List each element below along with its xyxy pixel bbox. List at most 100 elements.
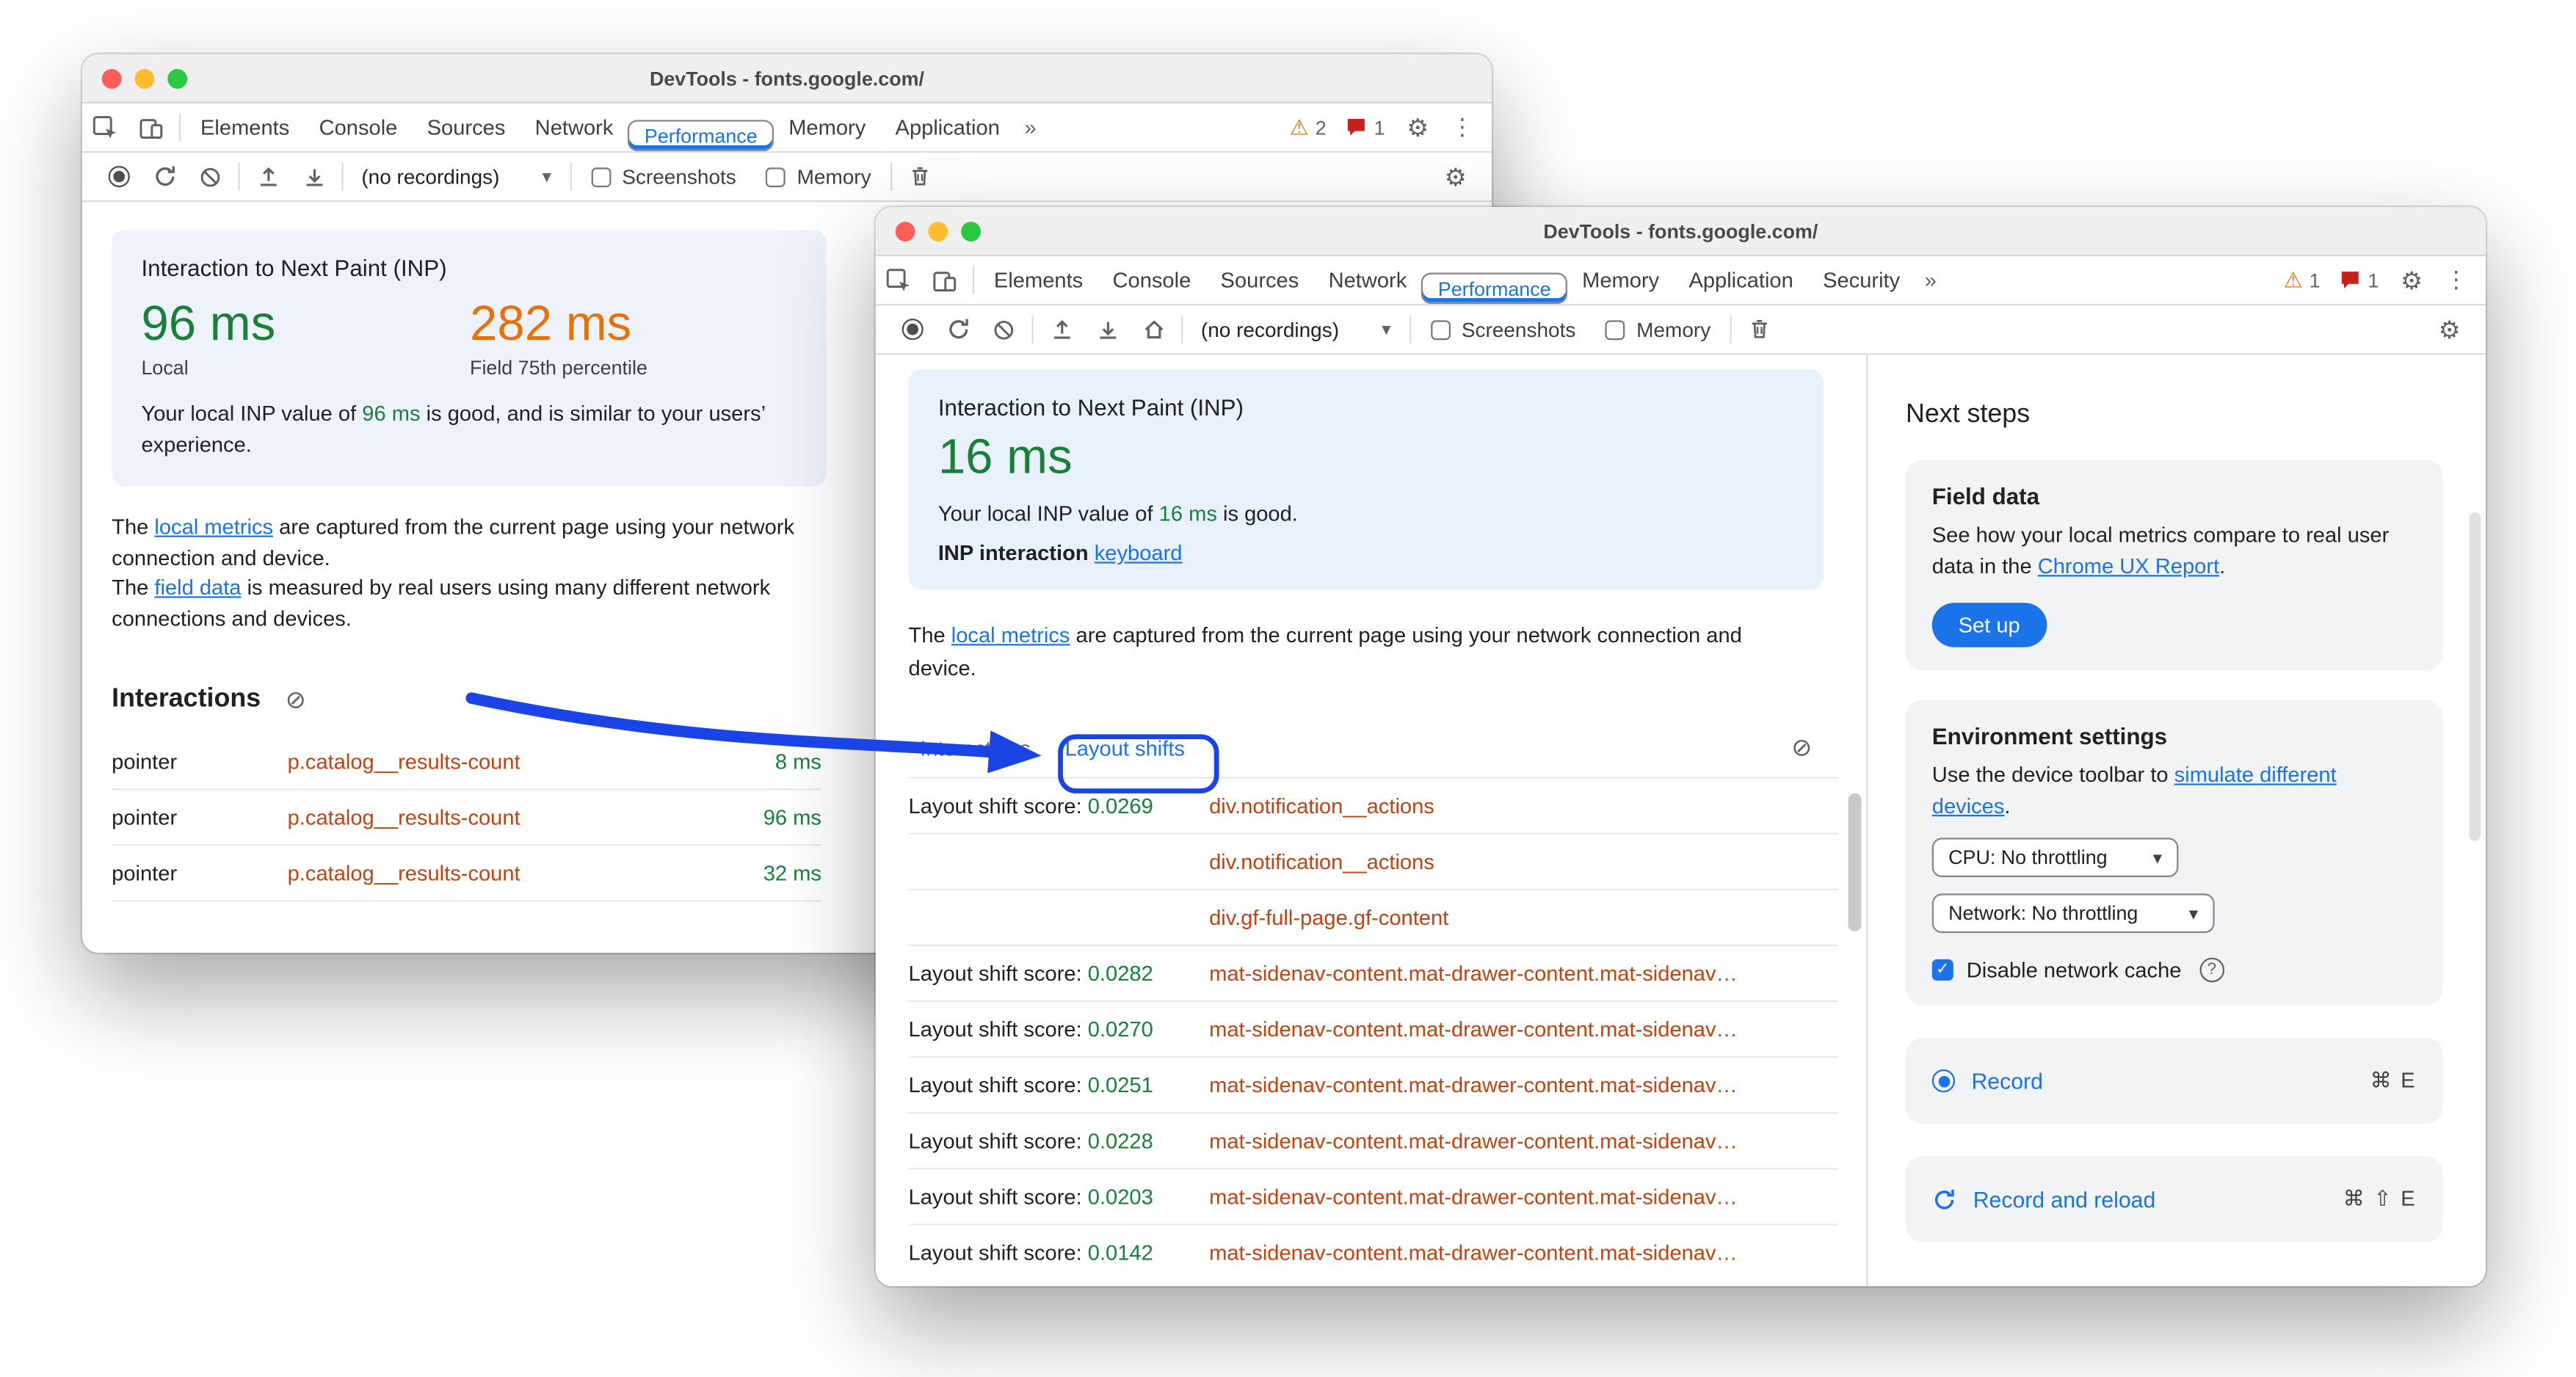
clear-layout-shifts-icon[interactable]: ⊘ [1791, 736, 1812, 761]
collect-garbage-icon[interactable] [897, 155, 943, 197]
live-metrics-home-icon[interactable] [1131, 308, 1177, 351]
tab-layout-shifts[interactable]: Layout shifts [1065, 736, 1185, 761]
layout-shift-row: Layout shift score: 0.0203 mat-sidenav-c… [908, 1168, 1839, 1224]
tab-network[interactable]: Network [520, 103, 628, 151]
tab-interactions[interactable]: Interactions [920, 736, 1030, 761]
layout-shift-node-link[interactable]: div.notification__actions [1209, 849, 1838, 874]
device-toolbar-icon[interactable] [921, 256, 968, 304]
minimize-button[interactable] [134, 68, 155, 89]
set-up-button[interactable]: Set up [1931, 602, 2047, 647]
tab-console[interactable]: Console [304, 103, 412, 151]
cpu-throttling-select[interactable]: CPU: No throttling ▾ [1931, 838, 2179, 878]
load-profile-icon[interactable] [1038, 308, 1084, 351]
warnings-counter[interactable]: ⚠ 2 [1280, 116, 1336, 139]
tab-application[interactable]: Application [1674, 256, 1808, 304]
tab-elements[interactable]: Elements [186, 103, 305, 151]
capture-settings-gear-icon[interactable]: ⚙ [2426, 308, 2472, 351]
kebab-menu-icon[interactable]: ⋮ [2435, 266, 2478, 294]
chrome-ux-report-link[interactable]: Chrome UX Report [2038, 553, 2219, 578]
window-titlebar[interactable]: DevTools - fonts.google.com/ [81, 54, 1492, 103]
tab-memory[interactable]: Memory [774, 103, 880, 151]
record-button[interactable] [889, 308, 935, 351]
capture-settings-gear-icon[interactable]: ⚙ [1432, 155, 1479, 197]
memory-checkbox[interactable] [1605, 319, 1625, 340]
clear-recordings-button[interactable] [187, 155, 233, 197]
tab-performance[interactable]: Performance [1421, 272, 1567, 305]
tab-console[interactable]: Console [1097, 256, 1205, 304]
minimize-button[interactable] [928, 222, 948, 241]
more-tabs-icon[interactable]: » [1015, 103, 1046, 151]
issues-counter[interactable]: 1 [2330, 269, 2389, 291]
tab-application[interactable]: Application [880, 103, 1015, 151]
layout-shift-node-link[interactable]: mat-sidenav-content.mat-drawer-content.m… [1209, 1017, 1838, 1042]
screenshots-checkbox[interactable] [1430, 319, 1451, 340]
tab-security[interactable]: Security [1808, 256, 1915, 304]
network-throttling-select[interactable]: Network: No throttling ▾ [1931, 894, 2215, 934]
field-data-link[interactable]: field data [154, 575, 241, 600]
recordings-select[interactable]: (no recordings) ▾ [348, 165, 565, 188]
clear-recordings-button[interactable] [981, 308, 1027, 351]
issues-counter[interactable]: 1 [1336, 116, 1395, 139]
panel-scrollbar-thumb[interactable] [2469, 512, 2481, 841]
scrollbar-thumb[interactable] [1848, 793, 1862, 931]
close-button[interactable] [895, 222, 915, 241]
next-steps-heading: Next steps [1905, 401, 2031, 429]
layout-shift-node-link[interactable]: mat-sidenav-content.mat-drawer-content.m… [1209, 961, 1838, 986]
settings-gear-icon[interactable]: ⚙ [1395, 112, 1441, 142]
save-profile-icon[interactable] [1084, 308, 1131, 351]
settings-gear-icon[interactable]: ⚙ [2389, 265, 2435, 295]
inspect-element-icon[interactable] [82, 103, 128, 151]
layout-shift-node-link[interactable]: mat-sidenav-content.mat-drawer-content.m… [1209, 1072, 1838, 1097]
memory-toggle[interactable]: Memory [1590, 318, 1725, 341]
save-profile-icon[interactable] [291, 155, 337, 197]
chevron-down-icon: ▾ [1382, 320, 1391, 341]
collect-garbage-icon[interactable] [1737, 308, 1783, 351]
clear-interactions-icon[interactable]: ⊘ [286, 688, 306, 713]
tab-elements[interactable]: Elements [979, 256, 1098, 304]
interaction-node-link[interactable]: p.catalog__results-count [288, 749, 727, 774]
screenshots-toggle[interactable]: Screenshots [576, 165, 751, 188]
inspect-element-icon[interactable] [876, 256, 922, 304]
record-and-reload-button[interactable] [141, 155, 187, 197]
record-and-reload-button[interactable] [935, 308, 981, 351]
score-label: Layout shift score: [908, 1240, 1088, 1265]
record-and-reload-action[interactable]: Record and reload ⌘ ⇧ E [1905, 1157, 2443, 1243]
window-titlebar[interactable]: DevTools - fonts.google.com/ [875, 206, 2486, 257]
layout-shift-node-link[interactable]: mat-sidenav-content.mat-drawer-content.m… [1209, 1128, 1838, 1153]
local-metrics-link[interactable]: local metrics [154, 514, 273, 539]
layout-shift-node-link[interactable]: mat-sidenav-content.mat-drawer-content.m… [1209, 1185, 1838, 1210]
tab-memory[interactable]: Memory [1567, 256, 1674, 304]
metrics-description: The local metrics are captured from the … [112, 512, 835, 636]
load-profile-icon[interactable] [244, 155, 291, 197]
close-button[interactable] [101, 68, 122, 89]
device-toolbar-icon[interactable] [128, 103, 175, 151]
record-button[interactable] [95, 155, 142, 197]
tab-performance[interactable]: Performance [628, 120, 774, 151]
kebab-menu-icon[interactable]: ⋮ [1441, 113, 1484, 141]
layout-shift-node-link[interactable]: div.notification__actions [1209, 793, 1838, 818]
zoom-button[interactable] [961, 222, 982, 241]
layout-shift-node-link[interactable]: div.gf-full-page.gf-content [1209, 905, 1838, 930]
recordings-select[interactable]: (no recordings) ▾ [1188, 318, 1404, 341]
screenshots-toggle[interactable]: Screenshots [1415, 318, 1590, 341]
local-metrics-link[interactable]: local metrics [951, 622, 1070, 647]
record-and-reload-shortcut: ⌘ ⇧ E [2343, 1186, 2417, 1212]
layout-shift-score: Layout shift score: 0.0203 [909, 1185, 1210, 1210]
warnings-counter[interactable]: ⚠ 1 [2274, 269, 2330, 291]
disable-cache-checkbox[interactable]: ✓ [1931, 959, 1953, 981]
tab-sources[interactable]: Sources [1205, 256, 1313, 304]
screenshots-checkbox[interactable] [590, 167, 611, 187]
help-icon[interactable]: ? [2199, 958, 2224, 984]
tab-network[interactable]: Network [1313, 256, 1421, 304]
interaction-node-link[interactable]: p.catalog__results-count [288, 861, 727, 886]
more-tabs-icon[interactable]: » [1915, 256, 1946, 304]
record-action[interactable]: Record ⌘ E [1905, 1039, 2443, 1125]
tab-sources[interactable]: Sources [413, 103, 520, 151]
memory-checkbox[interactable] [766, 167, 786, 187]
interaction-node-link[interactable]: p.catalog__results-count [288, 805, 727, 830]
memory-toggle[interactable]: Memory [751, 165, 886, 188]
zoom-button[interactable] [167, 68, 188, 89]
devtools-window-front: DevTools - fonts.google.com/ Elements Co… [875, 206, 2486, 1287]
inp-interaction-link[interactable]: keyboard [1095, 540, 1183, 565]
layout-shift-node-link[interactable]: mat-sidenav-content.mat-drawer-content.m… [1209, 1240, 1838, 1265]
